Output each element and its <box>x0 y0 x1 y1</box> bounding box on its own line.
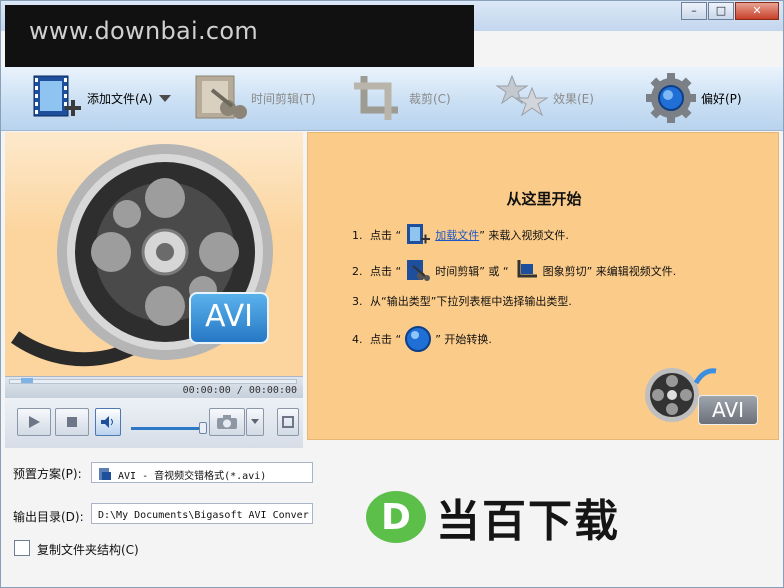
snapshot-dropdown[interactable] <box>246 408 264 436</box>
copy-structure-checkbox[interactable] <box>14 540 30 556</box>
crop-icon <box>511 257 541 285</box>
seek-handle[interactable] <box>20 378 33 383</box>
step-4: 4. 点击 “ ” 开始转换. <box>352 325 492 353</box>
fullscreen-icon <box>282 416 294 428</box>
timecode: 00:00:00 / 00:00:00 <box>182 385 297 396</box>
avi-badge: AVI <box>189 292 269 344</box>
effect-label: 效果(E) <box>553 91 594 106</box>
preferences-button[interactable]: 偏好(P) <box>641 67 742 129</box>
chevron-down-icon <box>251 419 259 424</box>
volume-button[interactable] <box>95 408 121 436</box>
play-icon <box>29 416 40 428</box>
window-controls: – □ ✕ <box>680 2 779 20</box>
seek-bar[interactable]: 00:00:00 / 00:00:00 <box>5 376 303 398</box>
effect-button[interactable]: 效果(E) <box>493 67 594 129</box>
main-toolbar: 添加文件(A) 时间剪辑(T) 裁剪(C) 效果(E) 偏好(P) <box>1 67 783 131</box>
output-dir-label: 输出目录(D): <box>13 510 84 524</box>
crop-button[interactable]: 裁剪(C) <box>349 67 451 129</box>
add-video-icon <box>27 70 87 126</box>
watermark-banner: www.downbai.com <box>5 5 474 67</box>
scissors-film-icon <box>403 257 433 285</box>
preset-select[interactable]: AVI - 音视频交错格式(*.avi) <box>91 462 313 483</box>
logo-text: 当百下载 <box>436 496 620 547</box>
svg-text:D: D <box>381 497 411 538</box>
stop-button[interactable] <box>55 408 89 436</box>
fullscreen-button[interactable] <box>277 408 299 436</box>
stars-icon <box>493 70 553 126</box>
avi-file-icon <box>99 468 111 480</box>
downbai-logo: D 当百下载 <box>364 489 724 547</box>
play-button[interactable] <box>17 408 51 436</box>
getting-started-panel: 从这里开始 1. 点击 “ 加载文件 ” 来载入视频文件. 2. 点击 “ 时间… <box>307 132 779 440</box>
speaker-icon <box>101 416 113 428</box>
add-file-button[interactable]: 添加文件(A) <box>27 67 171 129</box>
video-preview: AVI <box>5 132 303 376</box>
output-dir-field[interactable]: D:\My Documents\Bigasoft AVI Conver <box>91 503 313 524</box>
logo-d-icon: D <box>366 491 426 543</box>
stop-icon <box>67 417 77 427</box>
crop-label: 裁剪(C) <box>409 91 451 106</box>
app-window: – □ ✕ www.downbai.com 添加文件(A) 时间剪辑(T) 裁剪… <box>0 0 784 588</box>
preferences-label: 偏好(P) <box>701 91 742 106</box>
minimize-button[interactable]: – <box>681 2 707 20</box>
step-3: 3. 从“输出类型”下拉列表框中选择输出类型. <box>352 294 572 309</box>
chevron-down-icon[interactable] <box>158 94 171 102</box>
step-1: 1. 点击 “ 加载文件 ” 来载入视频文件. <box>352 221 569 249</box>
maximize-button[interactable]: □ <box>708 2 734 20</box>
add-file-label: 添加文件(A) <box>87 91 153 106</box>
load-file-link[interactable]: 加载文件 <box>435 227 479 243</box>
preset-label: 预置方案(P): <box>13 467 82 481</box>
add-video-icon <box>403 221 433 249</box>
snapshot-button[interactable] <box>209 408 245 436</box>
guide-title: 从这里开始 <box>506 190 582 208</box>
convert-icon <box>403 325 433 353</box>
gear-icon <box>641 70 701 126</box>
camera-icon <box>217 415 237 429</box>
volume-handle[interactable] <box>199 422 208 434</box>
volume-slider[interactable] <box>131 427 204 430</box>
avi-badge: AVI <box>698 395 758 425</box>
step-2: 2. 点击 “ 时间剪辑” 或 “ 图象剪切” 来编辑视频文件. <box>352 257 676 285</box>
scissors-film-icon <box>191 70 251 126</box>
copy-structure-label: 复制文件夹结构(C) <box>37 543 139 557</box>
crop-icon <box>349 70 409 126</box>
playback-controls <box>5 398 303 448</box>
trim-label: 时间剪辑(T) <box>251 91 316 106</box>
close-button[interactable]: ✕ <box>735 2 779 20</box>
trim-button[interactable]: 时间剪辑(T) <box>191 67 316 129</box>
